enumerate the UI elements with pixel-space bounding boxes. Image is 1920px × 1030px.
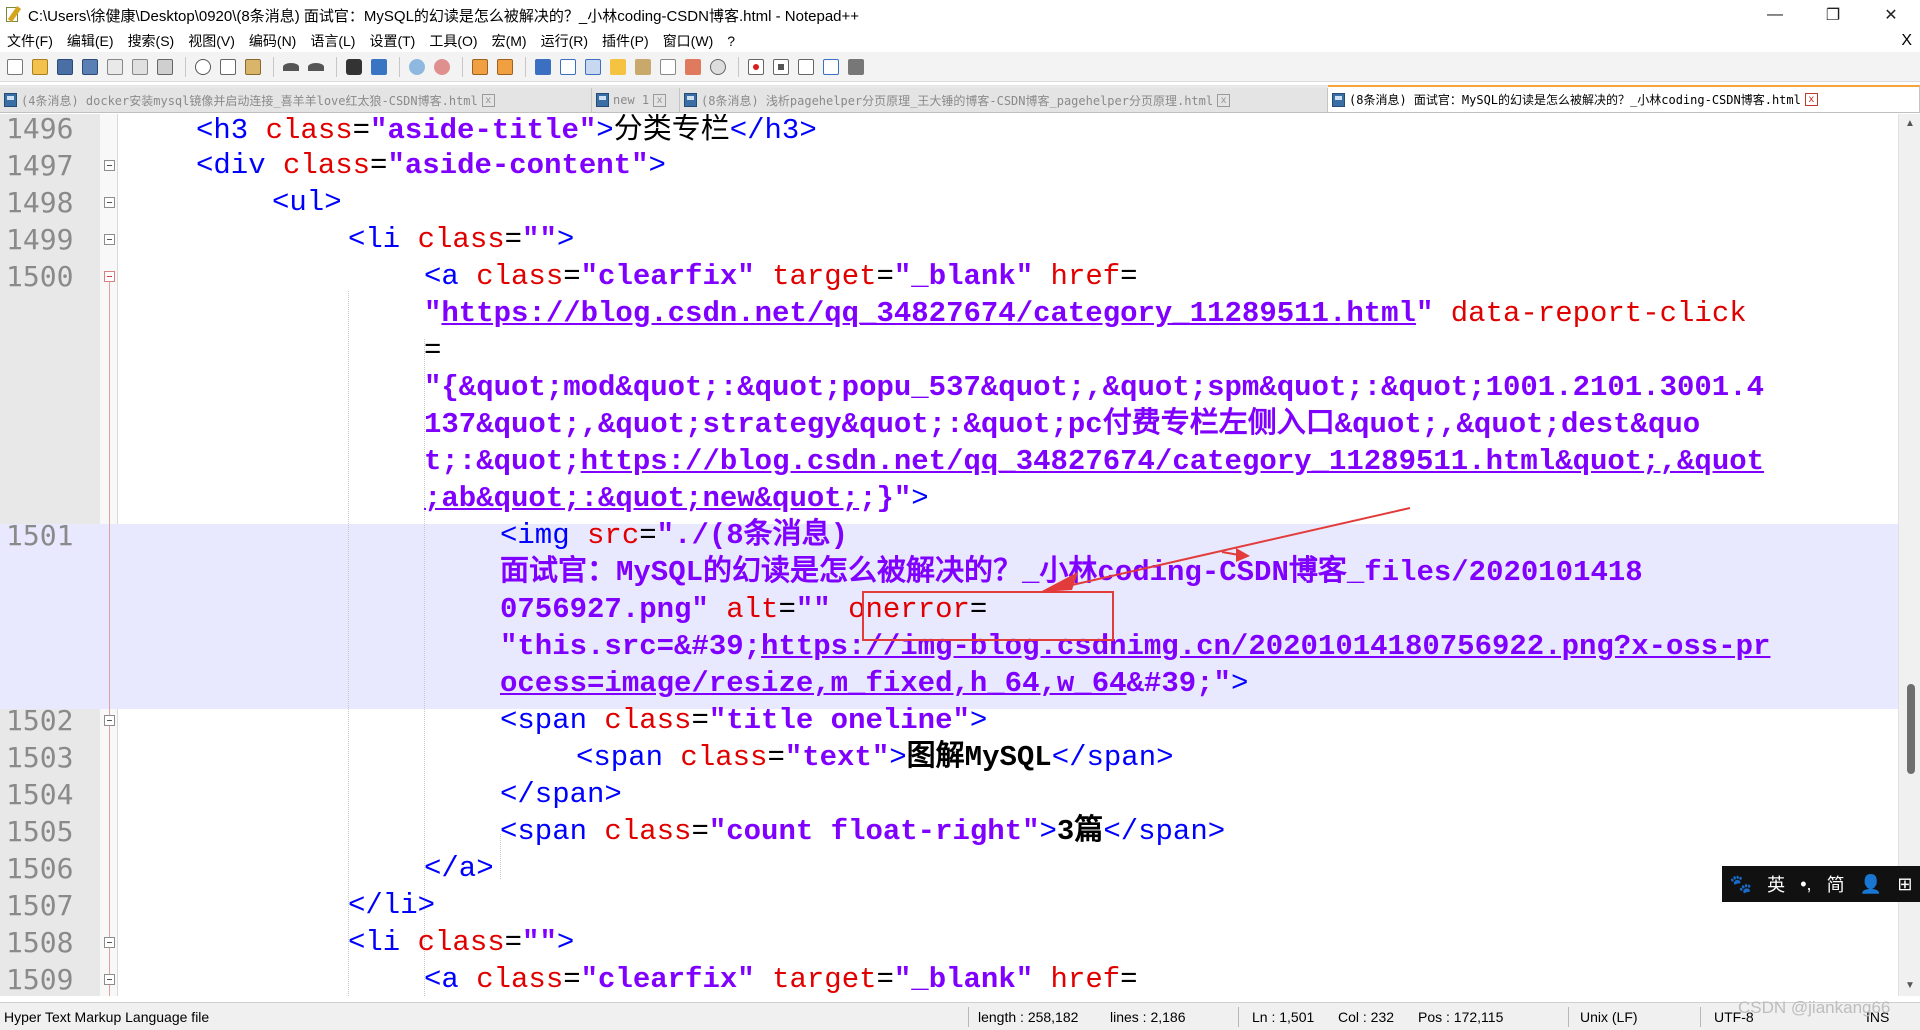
- ime-simplified-toggle[interactable]: 简: [1827, 871, 1845, 897]
- status-bar: Hyper Text Markup Language file length :…: [0, 1002, 1920, 1030]
- paw-icon[interactable]: 🐾: [1730, 874, 1752, 895]
- status-separator: [968, 1007, 969, 1027]
- grid-icon[interactable]: ⊞: [1897, 874, 1912, 895]
- status-line: Ln : 1,501: [1252, 1009, 1315, 1025]
- status-separator: [1568, 1007, 1569, 1027]
- status-length: length : 258,182: [978, 1009, 1079, 1025]
- user-icon[interactable]: 👤: [1860, 874, 1882, 895]
- status-column: Col : 232: [1338, 1009, 1395, 1025]
- status-lines: lines : 2,186: [1110, 1009, 1186, 1025]
- status-eol[interactable]: Unix (LF): [1580, 1003, 1638, 1030]
- status-file-type: Hyper Text Markup Language file: [4, 1009, 210, 1025]
- ime-lang-toggle[interactable]: 英: [1767, 871, 1785, 897]
- annotation-arrow-icon: [1040, 507, 1411, 592]
- ime-toolbar: 🐾 英 •, 简 👤 ⊞: [1722, 866, 1920, 902]
- status-position: Pos : 172,115: [1418, 1009, 1504, 1025]
- csdn-watermark: CSDN @jiankang66: [1738, 998, 1891, 1017]
- ime-punct-toggle[interactable]: •,: [1800, 874, 1811, 895]
- status-separator: [1238, 1007, 1239, 1027]
- status-separator: [1700, 1007, 1701, 1027]
